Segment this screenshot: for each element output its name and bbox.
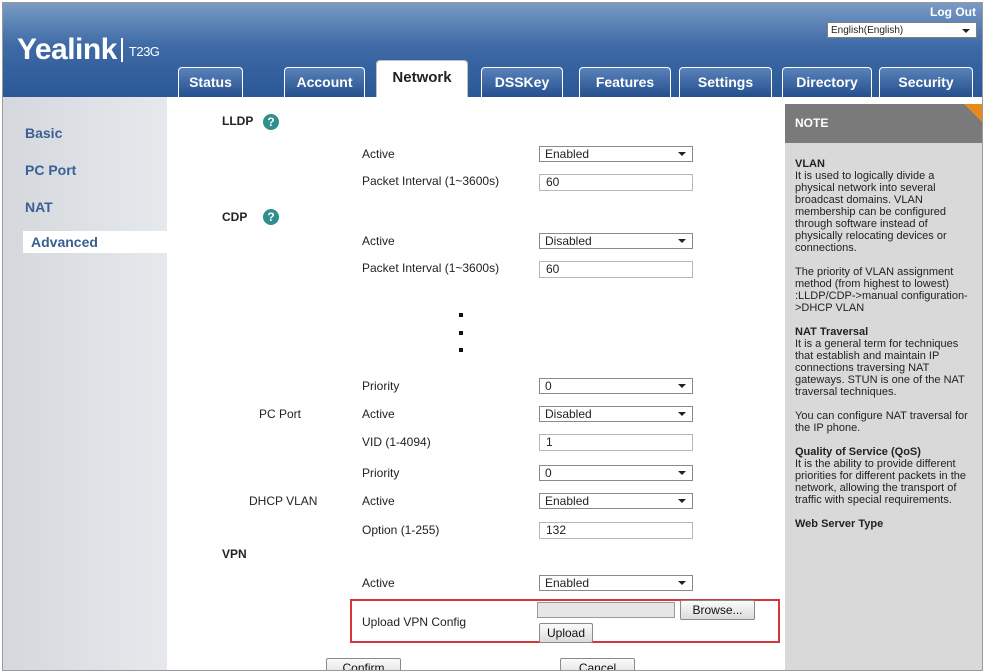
sidebar-item-pc-port[interactable]: PC Port [25,159,155,181]
lldp-active-select[interactable]: Enabled [539,146,693,162]
cdp-title: CDP [222,210,248,224]
tab-status[interactable]: Status [178,67,243,97]
tab-security[interactable]: Security [879,67,973,97]
browser-frame: Yealink T23G Log Out English(English) Sta… [2,2,983,671]
option-label: Option (1-255) [362,523,440,537]
sidebar-item-advanced[interactable]: Advanced [23,231,167,253]
dhcp-active-value: Enabled [545,494,590,508]
ellipsis-dot [459,331,463,335]
cancel-button[interactable]: Cancel [560,658,635,670]
tab-features[interactable]: Features [579,67,671,97]
upload-vpn-config-label: Upload VPN Config [362,615,467,629]
tab-account[interactable]: Account [284,67,365,97]
cdp-interval-label: Packet Interval (1~3600s) [362,261,500,275]
help-icon[interactable]: ? [263,209,279,225]
header: Yealink T23G Log Out English(English) Sta… [3,3,982,97]
priority-select[interactable]: 0 [539,378,693,394]
confirm-button[interactable]: Confirm [326,658,401,670]
note-corner-accent [964,104,982,122]
cdp-active-value: Disabled [545,234,592,248]
chevron-down-icon [678,581,686,585]
ellipsis-dot [459,313,463,317]
language-value: English(English) [831,25,904,36]
priority-label: Priority [362,379,400,393]
chevron-down-icon [678,412,686,416]
note-body: VLAN It is used to logically divide a phy… [795,158,977,542]
chevron-down-icon [678,471,686,475]
logout-link[interactable]: Log Out [930,5,976,19]
dhcp-vlan-label: DHCP VLAN [249,494,318,508]
model-label: T23G [128,44,160,59]
chevron-down-icon [678,384,686,388]
chevron-down-icon [962,29,970,33]
sidebar-item-nat[interactable]: NAT [25,196,155,218]
dhcp-active-label: Active [362,494,395,508]
lldp-title: LLDP [222,114,254,128]
note-vlan-priority-text: The priority of VLAN assignment method (… [795,266,968,314]
note-nat-text: It is a general term for techniques that… [795,338,965,398]
vpn-active-select[interactable]: Enabled [539,575,693,591]
pc-port-label: PC Port [259,407,302,421]
vpn-active-label: Active [362,576,395,590]
browse-button[interactable]: Browse... [680,600,755,620]
ellipsis-dot [459,348,463,352]
upload-button[interactable]: Upload [539,623,593,643]
lldp-interval-label: Packet Interval (1~3600s) [362,174,500,188]
lldp-active-value: Enabled [545,147,590,161]
logo-text: Yealink [17,33,117,66]
dhcp-active-select[interactable]: Enabled [539,493,693,509]
tab-dsskey[interactable]: DSSKey [481,67,563,97]
sidebar-item-basic[interactable]: Basic [25,122,155,144]
help-icon[interactable]: ? [263,114,279,130]
note-web-title: Web Server Type [795,518,884,530]
main-content: LLDP ? Active Enabled Packet Interval (1… [167,97,780,670]
lldp-active-label: Active [362,147,395,161]
chevron-down-icon [678,152,686,156]
pc-port-active-select[interactable]: Disabled [539,406,693,422]
note-title: NOTE [785,104,982,143]
logo-divider [120,38,123,62]
option-input[interactable]: 132 [539,522,693,539]
note-vlan-title: VLAN [795,158,825,170]
note-panel: NOTE VLAN It is used to logically divide … [785,104,982,670]
pc-port-priority-label: Priority [362,466,400,480]
pc-port-active-value: Disabled [545,407,592,421]
cdp-active-label: Active [362,234,395,248]
vid-label: VID (1-4094) [362,435,431,449]
pc-port-priority-select[interactable]: 0 [539,465,693,481]
note-vlan-text: It is used to logically divide a physica… [795,170,947,254]
chevron-down-icon [678,239,686,243]
chevron-down-icon [678,499,686,503]
cdp-active-select[interactable]: Disabled [539,233,693,249]
priority-value: 0 [545,379,552,393]
tab-directory[interactable]: Directory [782,67,872,97]
vpn-active-value: Enabled [545,576,590,590]
pc-port-priority-value: 0 [545,466,552,480]
note-nat-config-text: You can configure NAT traversal for the … [795,410,968,434]
tab-settings[interactable]: Settings [679,67,772,97]
vpn-title: VPN [222,547,247,561]
vid-input[interactable]: 1 [539,434,693,451]
note-nat-title: NAT Traversal [795,326,869,338]
language-select[interactable]: English(English) [827,22,977,38]
vpn-file-path-field[interactable] [537,602,675,618]
note-qos-text: It is the ability to provide different p… [795,458,966,506]
cdp-interval-input[interactable]: 60 [539,261,693,278]
tab-network[interactable]: Network [376,60,468,97]
note-qos-title: Quality of Service (QoS) [795,446,921,458]
yealink-logo: Yealink T23G [17,33,160,67]
pc-port-active-label: Active [362,407,395,421]
sidebar: Basic PC Port NAT Advanced [3,97,168,670]
lldp-interval-input[interactable]: 60 [539,174,693,191]
